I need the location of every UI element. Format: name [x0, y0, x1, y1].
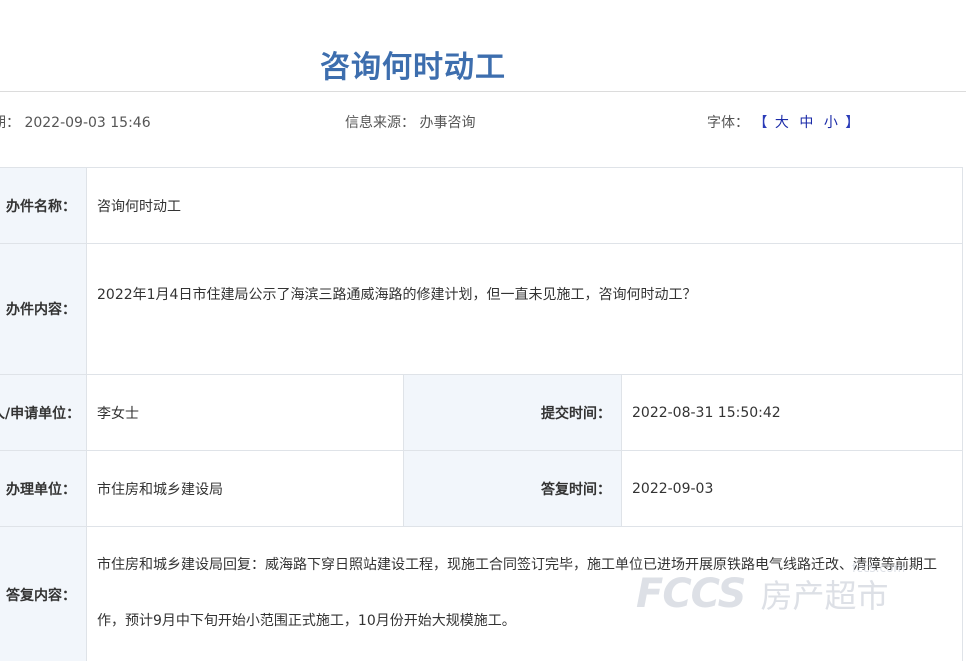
detail-row-name: 办件名称： 咨询何时动工 — [0, 167, 963, 244]
reply-time-value: 2022-09-03 — [621, 450, 963, 527]
publish-date-value: 2022-09-03 15:46 — [24, 115, 151, 131]
font-bracket-close: 】 — [845, 115, 860, 131]
publish-date: 期： 2022-09-03 15:46 — [0, 112, 151, 132]
detail-row-content: 办件内容： 2022年1月4日市住建局公示了海滨三路通威海路的修建计划，但一直未… — [0, 243, 963, 375]
content-cell: 2022年1月4日市住建局公示了海滨三路通威海路的修建计划，但一直未见施工，咨询… — [86, 243, 963, 375]
reply-label: 答复内容： — [0, 526, 87, 661]
applicant-value: 李女士 — [86, 374, 404, 451]
font-size-label: 字体： — [707, 115, 749, 131]
reply-time-label: 答复时间： — [403, 450, 622, 527]
content-label: 办件内容： — [0, 243, 87, 375]
name-label: 办件名称： — [0, 167, 87, 244]
font-large-link[interactable]: 大 — [775, 115, 789, 131]
handler-label: 办理单位： — [0, 450, 87, 527]
handler-value: 市住房和城乡建设局 — [86, 450, 404, 527]
reply-value: 市住房和城乡建设局回复：威海路下穿日照站建设工程，现施工合同签订完毕，施工单位已… — [97, 556, 937, 629]
detail-row-applicant: 人/申请单位： 李女士 提交时间： 2022-08-31 15:50:42 — [0, 374, 963, 451]
page-title: 咨询何时动工 — [320, 50, 506, 86]
font-small-link[interactable]: 小 — [824, 115, 838, 131]
applicant-label: 人/申请单位： — [0, 374, 87, 451]
reply-cell: 市住房和城乡建设局回复：威海路下穿日照站建设工程，现施工合同签订完毕，施工单位已… — [86, 526, 963, 661]
name-value: 咨询何时动工 — [86, 167, 963, 244]
content-value: 2022年1月4日市住建局公示了海滨三路通威海路的修建计划，但一直未见施工，咨询… — [97, 287, 697, 303]
font-bracket-open: 【 — [753, 115, 768, 131]
detail-row-reply: 答复内容： 市住房和城乡建设局回复：威海路下穿日照站建设工程，现施工合同签订完毕… — [0, 526, 963, 661]
info-source-value: 办事咨询 — [419, 115, 476, 131]
submit-time-label: 提交时间： — [403, 374, 622, 451]
publish-date-label: 期： — [0, 115, 20, 131]
font-size-switcher: 字体： 【 大 中 小 】 — [707, 112, 859, 132]
detail-table: 办件名称： 咨询何时动工 办件内容： 2022年1月4日市住建局公示了海滨三路通… — [0, 167, 963, 661]
info-source: 信息来源： 办事咨询 — [345, 112, 475, 132]
submit-time-value: 2022-08-31 15:50:42 — [621, 374, 963, 451]
page: 咨询何时动工 期： 2022-09-03 15:46 信息来源： 办事咨询 字体… — [0, 0, 966, 661]
detail-row-handler: 办理单位： 市住房和城乡建设局 答复时间： 2022-09-03 — [0, 450, 963, 527]
font-medium-link[interactable]: 中 — [799, 115, 813, 131]
title-divider — [0, 91, 966, 92]
info-source-label: 信息来源： — [345, 115, 415, 131]
